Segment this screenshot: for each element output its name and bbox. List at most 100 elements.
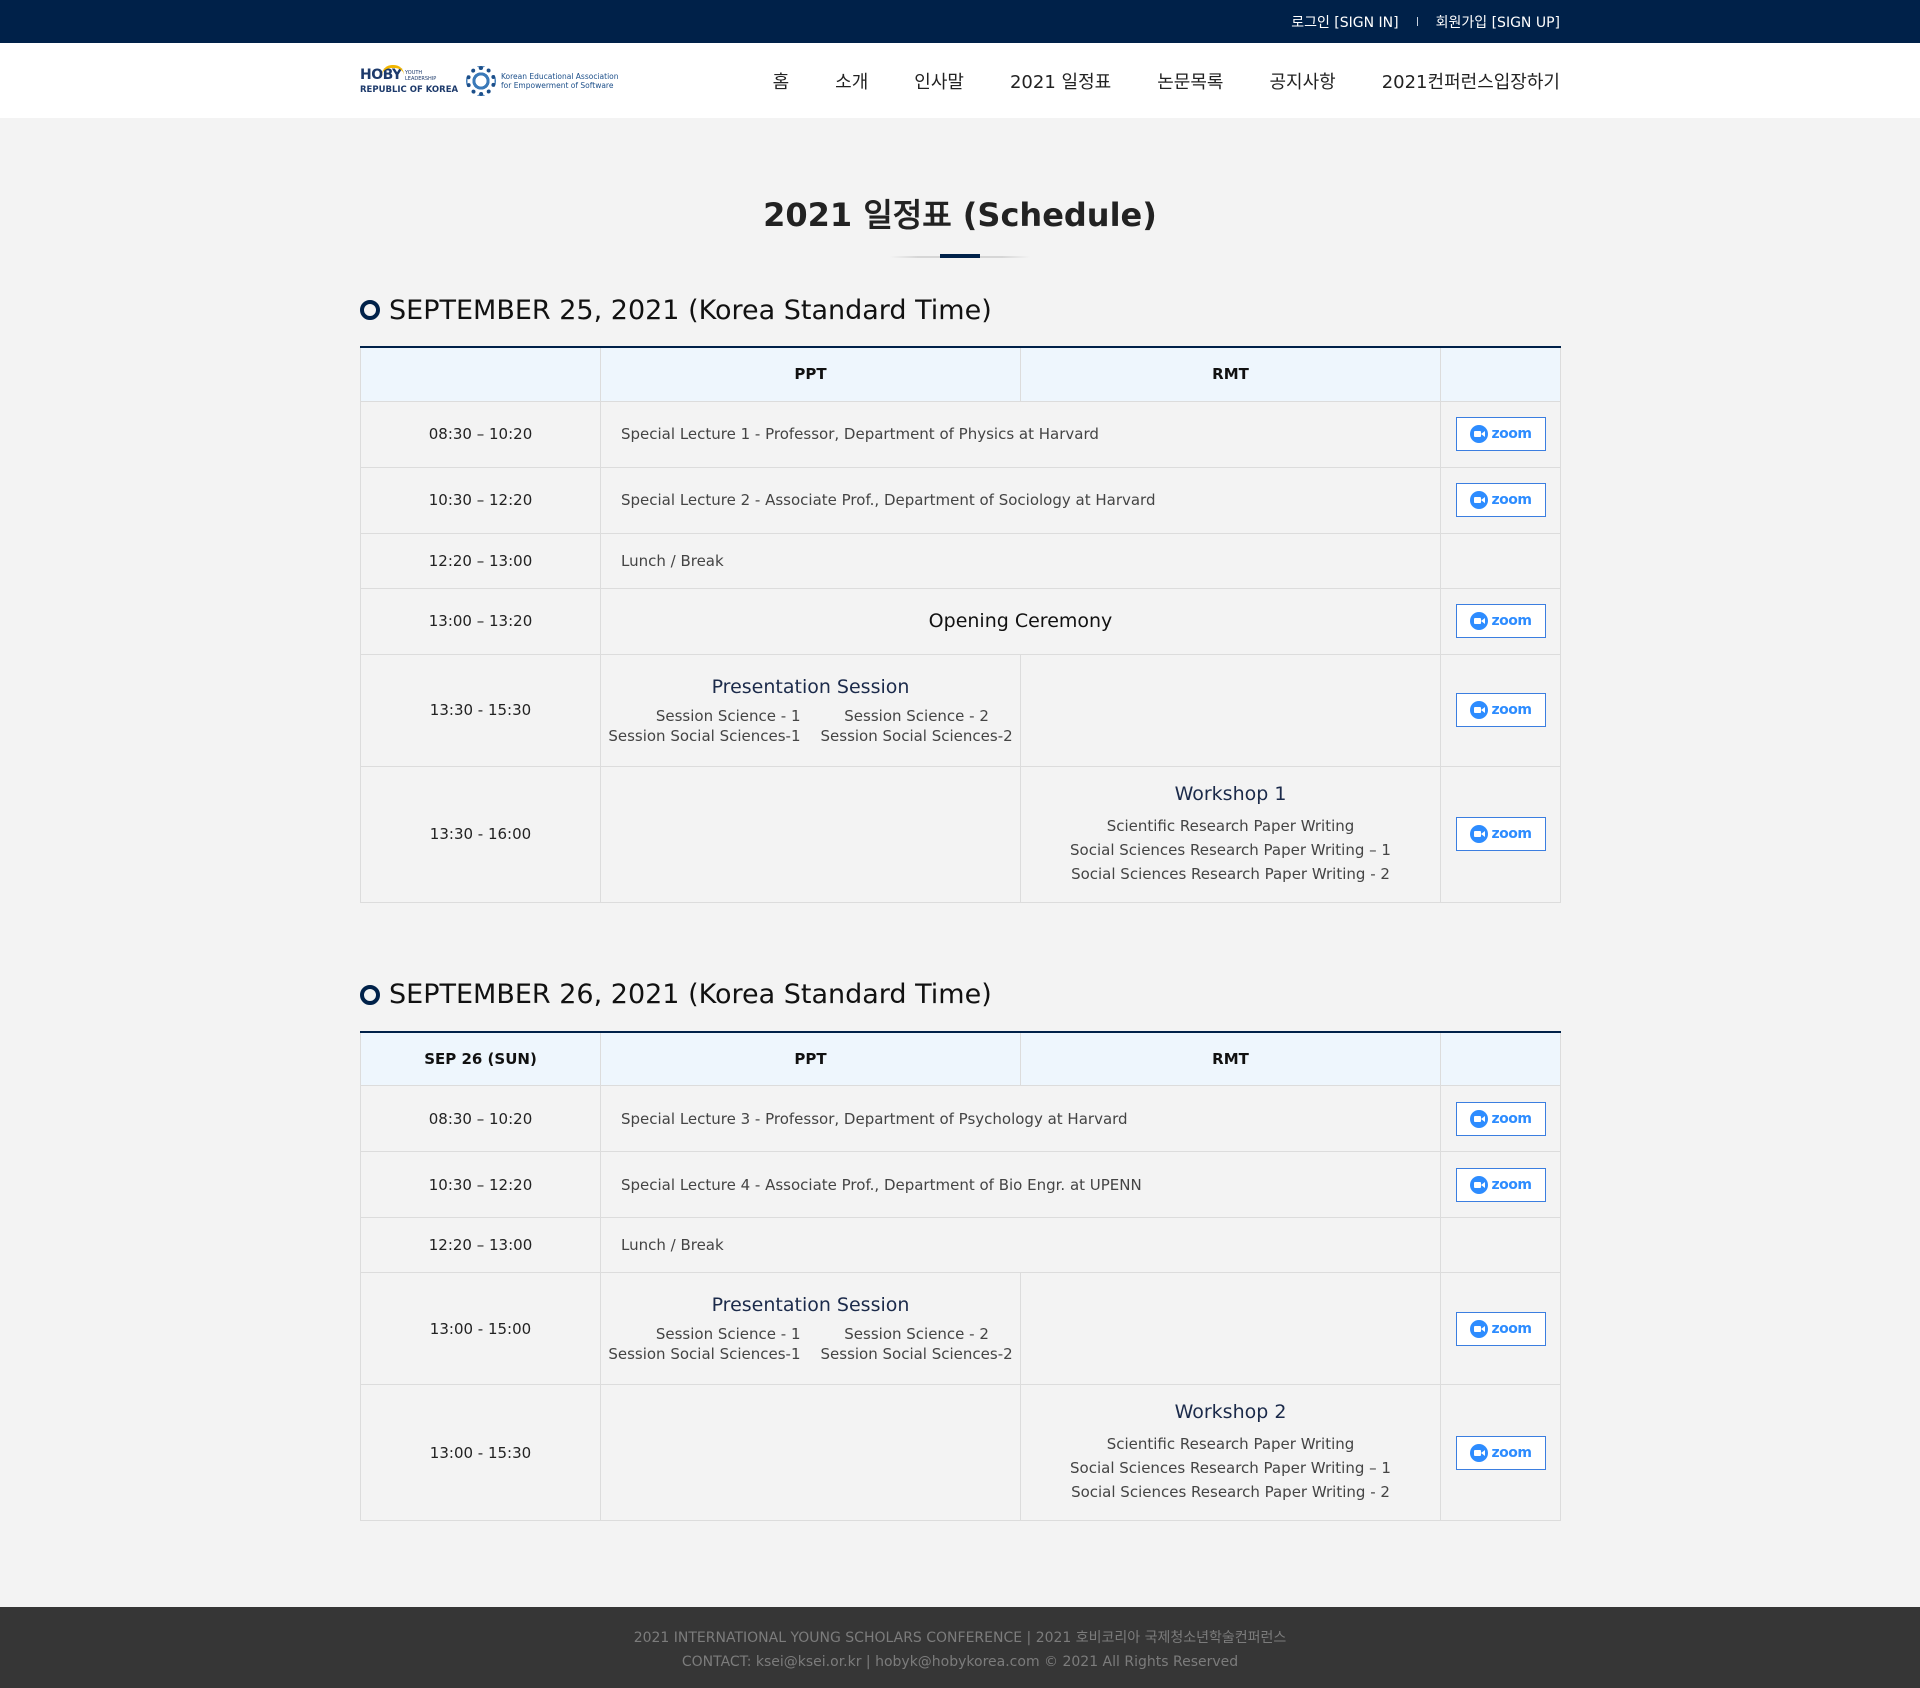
zoom-cell: zoom bbox=[1440, 587, 1561, 655]
empty-ppt-cell bbox=[600, 765, 1021, 903]
page-title: 2021 일정표 (Schedule) bbox=[763, 196, 1157, 234]
ksei-logo[interactable]: Korean Educational Association for Empow… bbox=[466, 65, 619, 96]
zoom-camera-icon bbox=[1469, 491, 1488, 509]
empty-ppt-cell bbox=[600, 1384, 1021, 1521]
day-heading-text: SEPTEMBER 25, 2021 (Korea Standard Time) bbox=[389, 294, 992, 326]
column-header-date bbox=[360, 346, 601, 402]
presentation-session-title: Presentation Session bbox=[711, 1294, 910, 1316]
row-description: Special Lecture 4 - Associate Prof., Dep… bbox=[600, 1151, 1441, 1218]
table-header-row: SEP 26 (SUN) PPT RMT bbox=[360, 1031, 1561, 1086]
title-underline bbox=[890, 254, 1030, 258]
zoom-label: zoom bbox=[1491, 426, 1532, 442]
ksei-logo-line1: Korean Educational Association bbox=[501, 71, 619, 81]
zoom-label: zoom bbox=[1491, 1444, 1532, 1461]
opening-ceremony-cell: Opening Ceremony bbox=[600, 587, 1441, 655]
ring-bullet-icon bbox=[360, 984, 380, 1005]
row-time: 13:30 - 16:00 bbox=[360, 765, 601, 903]
row-time: 13:30 - 15:30 bbox=[360, 653, 601, 767]
zoom-button[interactable]: zoom bbox=[1455, 604, 1546, 638]
session-item: Session Science - 1 bbox=[655, 1325, 801, 1343]
row-time: 12:20 – 13:00 bbox=[360, 532, 601, 589]
row-time: 13:00 - 15:30 bbox=[360, 1384, 601, 1521]
zoom-cell: zoom bbox=[1440, 653, 1561, 767]
zoom-button[interactable]: zoom bbox=[1455, 483, 1546, 517]
row-description: Special Lecture 1 - Professor, Departmen… bbox=[600, 400, 1441, 468]
workshop-item: Social Sciences Research Paper Writing –… bbox=[1070, 840, 1391, 859]
zoom-camera-icon bbox=[1469, 1175, 1488, 1194]
footer-conference-line: 2021 INTERNATIONAL YOUNG SCHOLARS CONFER… bbox=[633, 1630, 1287, 1646]
table-row: 12:20 – 13:00 Lunch / Break bbox=[360, 532, 1561, 589]
table-row: 13:00 - 15:00 Presentation Session Sessi… bbox=[360, 1272, 1561, 1385]
ring-bullet-icon bbox=[360, 300, 380, 320]
table-row: 13:00 - 15:30 Workshop 2 Scientific Rese… bbox=[360, 1384, 1561, 1521]
ksei-logo-text: Korean Educational Association for Empow… bbox=[501, 72, 619, 90]
day-heading-sep-26: SEPTEMBER 26, 2021 (Korea Standard Time) bbox=[360, 979, 1560, 1011]
site-footer: 2021 INTERNATIONAL YOUNG SCHOLARS CONFER… bbox=[0, 1607, 1920, 1688]
table-row: 10:30 – 12:20 Special Lecture 2 - Associ… bbox=[360, 466, 1561, 534]
top-bar: 로그인 [SIGN IN] 회원가입 [SIGN UP] bbox=[0, 0, 1920, 43]
workshop-item: Scientific Research Paper Writing bbox=[1106, 1435, 1355, 1453]
sign-up-link[interactable]: 회원가입 [SIGN UP] bbox=[1436, 12, 1560, 32]
opening-ceremony-title: Opening Ceremony bbox=[928, 610, 1113, 632]
workshop-item: Scientific Research Paper Writing bbox=[1106, 816, 1355, 835]
nav-notices[interactable]: 공지사항 bbox=[1269, 68, 1335, 94]
zoom-button[interactable]: zoom bbox=[1455, 693, 1546, 727]
sign-in-link[interactable]: 로그인 [SIGN IN] bbox=[1291, 12, 1398, 32]
empty-rmt-cell bbox=[1020, 653, 1441, 767]
nav-enter-conference[interactable]: 2021컨퍼런스입장하기 bbox=[1382, 68, 1560, 94]
row-description: Special Lecture 2 - Associate Prof., Dep… bbox=[600, 466, 1441, 534]
schedule-table-day2: SEP 26 (SUN) PPT RMT 08:30 – 10:20 Speci… bbox=[360, 1030, 1561, 1521]
zoom-label: zoom bbox=[1491, 1110, 1532, 1127]
session-item: Session Science - 2 bbox=[844, 706, 989, 725]
table-row: 13:30 - 16:00 Workshop 1 Scientific Rese… bbox=[360, 765, 1561, 903]
nav-papers[interactable]: 논문목록 bbox=[1157, 68, 1223, 94]
zoom-cell-empty bbox=[1440, 532, 1561, 589]
workshop-item: Social Sciences Research Paper Writing -… bbox=[1071, 1483, 1390, 1501]
empty-rmt-cell bbox=[1020, 1272, 1441, 1385]
table-row: 10:30 – 12:20 Special Lecture 4 - Associ… bbox=[360, 1151, 1561, 1218]
zoom-cell: zoom bbox=[1440, 400, 1561, 468]
nav-about[interactable]: 소개 bbox=[835, 68, 868, 94]
zoom-cell: zoom bbox=[1440, 1151, 1561, 1218]
row-time: 12:20 – 13:00 bbox=[360, 1217, 601, 1273]
row-time: 08:30 – 10:20 bbox=[360, 400, 601, 468]
column-header-zoom bbox=[1440, 346, 1561, 402]
session-item: Session Social Sciences-1 bbox=[608, 726, 801, 745]
main-nav: 홈 소개 인사말 2021 일정표 논문목록 공지사항 2021컨퍼런스입장하기 bbox=[727, 68, 1560, 94]
zoom-label: zoom bbox=[1491, 1320, 1532, 1337]
nav-schedule[interactable]: 2021 일정표 bbox=[1010, 68, 1111, 94]
session-item: Session Social Sciences-1 bbox=[608, 1345, 801, 1363]
zoom-camera-icon bbox=[1469, 1443, 1488, 1462]
column-header-date: SEP 26 (SUN) bbox=[360, 1031, 601, 1086]
table-row: 08:30 – 10:20 Special Lecture 3 - Profes… bbox=[360, 1085, 1561, 1152]
table-row: 08:30 – 10:20 Special Lecture 1 - Profes… bbox=[360, 400, 1561, 468]
session-item: Session Science - 1 bbox=[655, 706, 801, 725]
presentation-session-cell: Presentation Session Session Science - 1… bbox=[600, 653, 1021, 767]
workshop-item: Social Sciences Research Paper Writing -… bbox=[1071, 864, 1390, 883]
ksei-logo-line2: for Empowerment of Software bbox=[501, 80, 614, 90]
hoby-logo-sub: YOUTH LEADERSHIP bbox=[405, 69, 437, 82]
zoom-button[interactable]: zoom bbox=[1455, 1167, 1546, 1202]
row-description: Lunch / Break bbox=[600, 532, 1441, 589]
zoom-camera-icon bbox=[1469, 701, 1488, 719]
day-heading-sep-25: SEPTEMBER 25, 2021 (Korea Standard Time) bbox=[360, 294, 1560, 326]
zoom-button[interactable]: zoom bbox=[1455, 817, 1546, 851]
hoby-logo[interactable]: HOBY YOUTH LEADERSHIP REPUBLIC OF KOREA bbox=[360, 64, 458, 97]
workshop-title: Workshop 1 bbox=[1174, 782, 1287, 805]
row-time: 10:30 – 12:20 bbox=[360, 466, 601, 534]
column-header-zoom bbox=[1440, 1031, 1561, 1086]
zoom-button[interactable]: zoom bbox=[1455, 417, 1546, 451]
zoom-cell: zoom bbox=[1440, 1272, 1561, 1385]
workshop-item: Social Sciences Research Paper Writing –… bbox=[1070, 1459, 1391, 1477]
zoom-cell: zoom bbox=[1440, 466, 1561, 534]
day-heading-text: SEPTEMBER 26, 2021 (Korea Standard Time) bbox=[389, 979, 992, 1010]
nav-home[interactable]: 홈 bbox=[773, 68, 790, 94]
zoom-label: zoom bbox=[1491, 613, 1532, 629]
zoom-button[interactable]: zoom bbox=[1455, 1311, 1546, 1346]
table-row: 13:00 – 13:20 Opening Ceremony zoom bbox=[360, 587, 1561, 655]
zoom-cell-empty bbox=[1440, 1217, 1561, 1273]
column-header-ppt: PPT bbox=[600, 346, 1021, 402]
zoom-button[interactable]: zoom bbox=[1455, 1435, 1546, 1470]
zoom-button[interactable]: zoom bbox=[1455, 1101, 1546, 1136]
nav-greeting[interactable]: 인사말 bbox=[914, 68, 964, 94]
